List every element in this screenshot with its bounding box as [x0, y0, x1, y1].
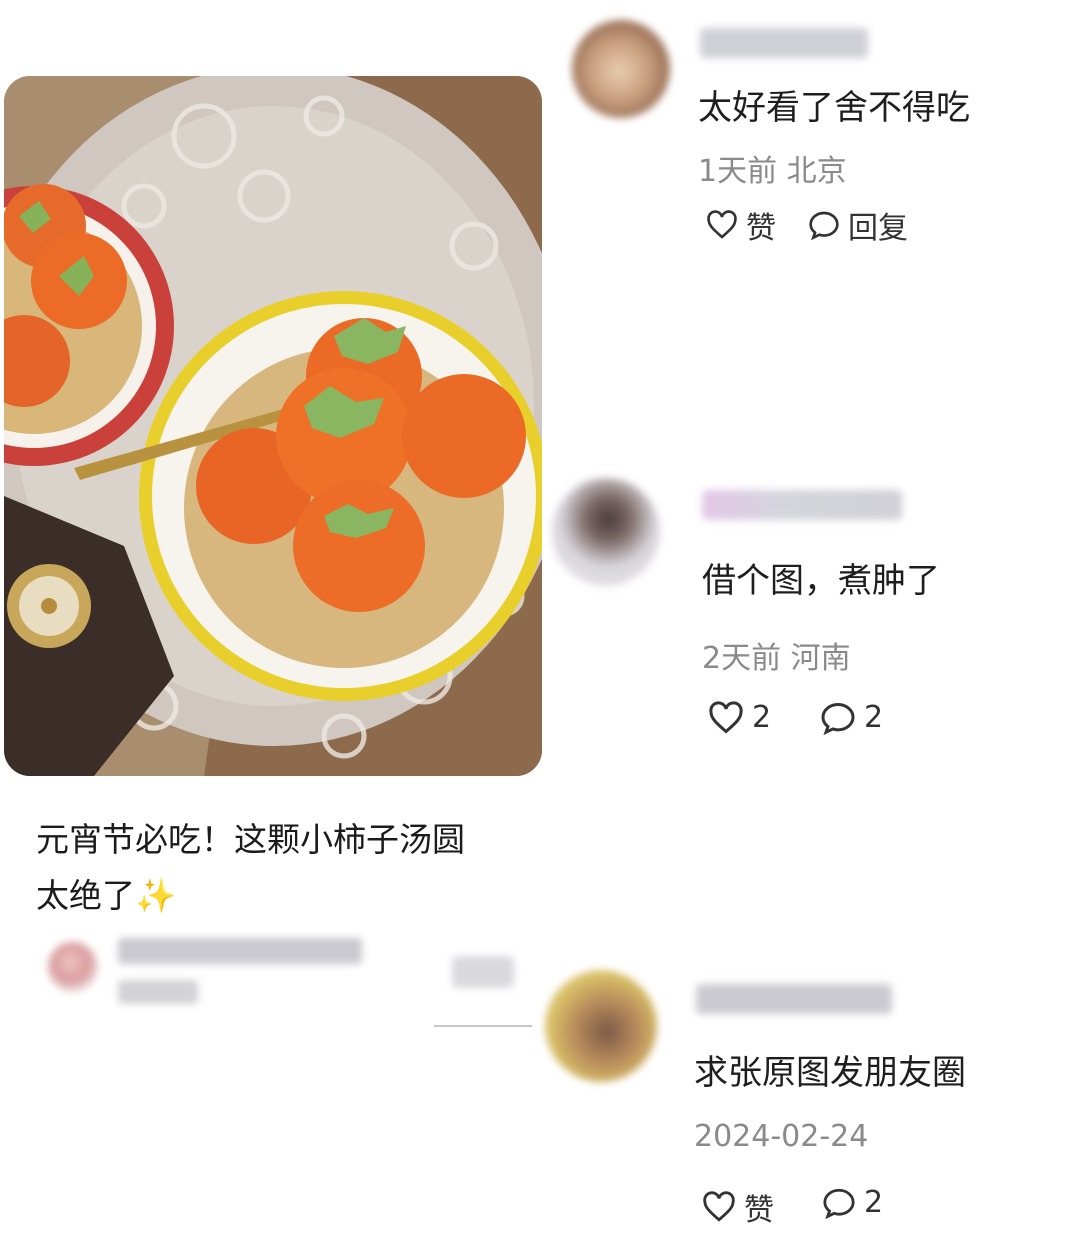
heart-outline-icon — [707, 210, 737, 239]
comment-time: 2天前 — [702, 641, 782, 676]
comment-avatar[interactable] — [572, 20, 670, 118]
reply-button[interactable]: 回复 — [808, 203, 908, 247]
reply-button[interactable]: 2 — [820, 700, 883, 735]
post-title[interactable]: 元宵节必吃！这颗小柿子汤圆 太绝了✨ — [36, 812, 536, 924]
like-label: 赞 — [746, 211, 776, 246]
persimmon-tangyuan-photo — [4, 76, 542, 776]
comment-text: 太好看了舍不得吃 — [698, 88, 970, 128]
comment-username-blurred[interactable] — [696, 984, 892, 1014]
divider — [434, 1025, 532, 1027]
like-label: 赞 — [744, 1193, 774, 1228]
post-image[interactable] — [4, 76, 542, 776]
comment-avatar[interactable] — [545, 970, 657, 1082]
reply-count: 2 — [864, 700, 884, 735]
comment-text: 借个图，煮肿了 — [702, 561, 940, 601]
comment-text: 求张原图发朋友圈 — [694, 1053, 966, 1093]
reply-label: 回复 — [848, 211, 908, 246]
comment-meta: 2天前 河南 — [702, 633, 851, 677]
post-title-line2: 太绝了 — [36, 876, 135, 915]
like-count: 2 — [752, 700, 772, 735]
comment-date: 2024-02-24 — [694, 1119, 869, 1154]
post-title-line1: 元宵节必吃！这颗小柿子汤圆 — [36, 820, 465, 859]
comment-meta: 1天前 北京 — [698, 146, 847, 190]
heart-outline-icon — [703, 1191, 735, 1222]
comment-avatar[interactable] — [552, 478, 660, 586]
reply-count: 2 — [864, 1185, 884, 1220]
author-name-blurred — [118, 938, 362, 964]
heart-outline-icon — [709, 700, 743, 733]
speech-bubble-icon — [809, 211, 839, 240]
sparkle-icon: ✨ — [135, 876, 177, 915]
comment-location: 河南 — [790, 641, 851, 676]
speech-bubble-icon — [823, 1188, 855, 1219]
post-like-blurred[interactable] — [452, 956, 514, 988]
author-avatar[interactable] — [48, 942, 98, 992]
author-subtitle-blurred — [118, 980, 198, 1004]
comment-username-blurred[interactable] — [702, 490, 902, 520]
like-button[interactable]: 赞 — [706, 203, 776, 247]
comment-time: 1天前 — [698, 154, 778, 189]
speech-bubble-icon — [821, 702, 855, 735]
like-button[interactable]: 赞 — [702, 1185, 774, 1229]
comment-location: 北京 — [786, 154, 847, 189]
like-button[interactable]: 2 — [708, 700, 771, 735]
comment-username-blurred[interactable] — [700, 28, 868, 58]
reply-button[interactable]: 2 — [822, 1185, 883, 1220]
